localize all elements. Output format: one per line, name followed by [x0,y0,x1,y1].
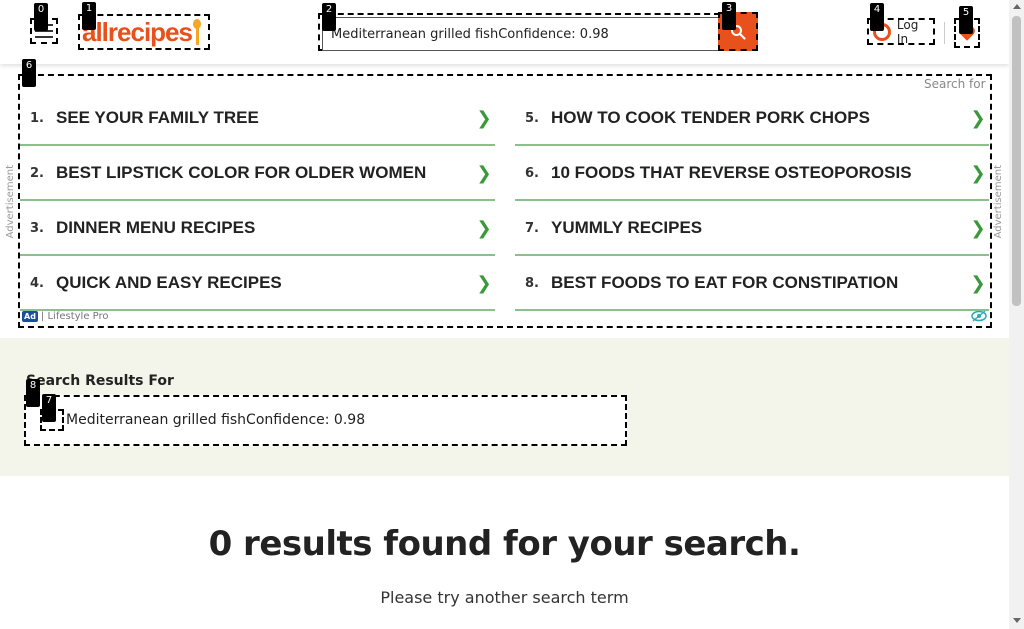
ad-link-item[interactable]: 6. 10 FOODS THAT REVERSE OSTEOPOROSIS ❯ [515,147,989,201]
chevron-right-icon: ❯ [970,107,986,129]
marker-badge: 1 [82,2,96,30]
marker-badge: 5 [959,6,973,34]
scrollbar[interactable] [1009,0,1024,629]
site-header: 0 allrecipes 1 2 3 Log In 4 5 [0,0,1009,64]
eye-icon[interactable] [971,310,987,322]
chevron-right-icon: ❯ [476,272,492,294]
hamburger-icon [35,36,53,38]
header-divider [944,22,945,44]
no-results-title: 0 results found for your search. [208,524,801,564]
ad-search-for-label: Search for [924,77,986,91]
marker-badge: 3 [722,2,736,30]
chevron-right-icon: ❯ [970,162,986,184]
scrollbar-thumb[interactable] [1012,16,1021,306]
ad-link-item[interactable]: 5. HOW TO COOK TENDER PORK CHOPS ❯ [515,92,989,146]
ad-link-item[interactable]: 4. QUICK AND EASY RECIPES ❯ [20,257,495,311]
search-results-heading: Search Results For [26,373,174,389]
chevron-right-icon: ❯ [970,217,986,239]
ad-item-label: BEST LIPSTICK COLOR FOR OLDER WOMEN [56,163,427,182]
logo-link[interactable]: allrecipes [78,14,210,50]
ad-tag: Ad [22,311,38,322]
search-query-text: Mediterranean grilled fishConfidence: 0.… [66,412,366,428]
ad-item-number: 4. [30,275,44,291]
ad-link-item[interactable]: 2. BEST LIPSTICK COLOR FOR OLDER WOMEN ❯ [20,147,495,201]
spoon-icon [192,19,201,45]
login-label: Log In [896,17,919,46]
ad-item-number: 7. [525,220,539,236]
no-results-subtitle: Please try another search term [380,588,629,607]
search-field-wrapper [318,13,720,51]
scroll-up-arrow-icon[interactable] [1013,4,1021,9]
ad-item-label: SEE YOUR FAMILY TREE [56,108,259,127]
ad-attribution[interactable]: Ad | Lifestyle Pro [22,311,109,322]
logo-text: allrecipes [82,16,193,47]
ad-item-number: 1. [30,110,44,126]
ad-link-item[interactable]: 3. DINNER MENU RECIPES ❯ [20,202,495,256]
ad-item-number: 2. [30,165,44,181]
ad-item-label: HOW TO COOK TENDER PORK CHOPS [551,108,870,127]
ad-item-label: 10 FOODS THAT REVERSE OSTEOPOROSIS [551,163,912,182]
ad-item-label: QUICK AND EASY RECIPES [56,273,282,292]
ad-link-item[interactable]: 7. YUMMLY RECIPES ❯ [515,202,989,256]
ad-item-number: 3. [30,220,44,236]
chevron-right-icon: ❯ [970,272,986,294]
search-input[interactable] [322,17,720,51]
ad-link-item[interactable]: 8. BEST FOODS TO EAT FOR CONSTIPATION ❯ [515,257,989,311]
ad-sponsor-label: | Lifestyle Pro [40,311,109,322]
page: 0 allrecipes 1 2 3 Log In 4 5 [0,0,1024,629]
marker-badge: 2 [322,3,336,31]
marker-badge: 4 [870,3,884,31]
marker-badge: 6 [22,59,36,87]
ad-link-item[interactable]: 1. SEE YOUR FAMILY TREE ❯ [20,92,495,146]
ad-item-label: DINNER MENU RECIPES [56,218,256,237]
ad-item-label: BEST FOODS TO EAT FOR CONSTIPATION [551,273,899,292]
chevron-right-icon: ❯ [476,162,492,184]
ad-item-number: 5. [525,110,539,126]
scroll-down-arrow-icon[interactable] [1013,618,1021,623]
advertisement-label: Advertisement [993,165,1004,239]
chevron-right-icon: ❯ [476,217,492,239]
marker-badge: 7 [42,394,56,422]
chevron-right-icon: ❯ [476,107,492,129]
ad-item-number: 6. [525,165,539,181]
advertisement-label: Advertisement [5,165,16,239]
ad-item-number: 8. [525,275,539,291]
marker-badge: 8 [26,379,40,407]
marker-badge: 0 [34,3,48,31]
ad-item-label: YUMMLY RECIPES [551,218,703,237]
